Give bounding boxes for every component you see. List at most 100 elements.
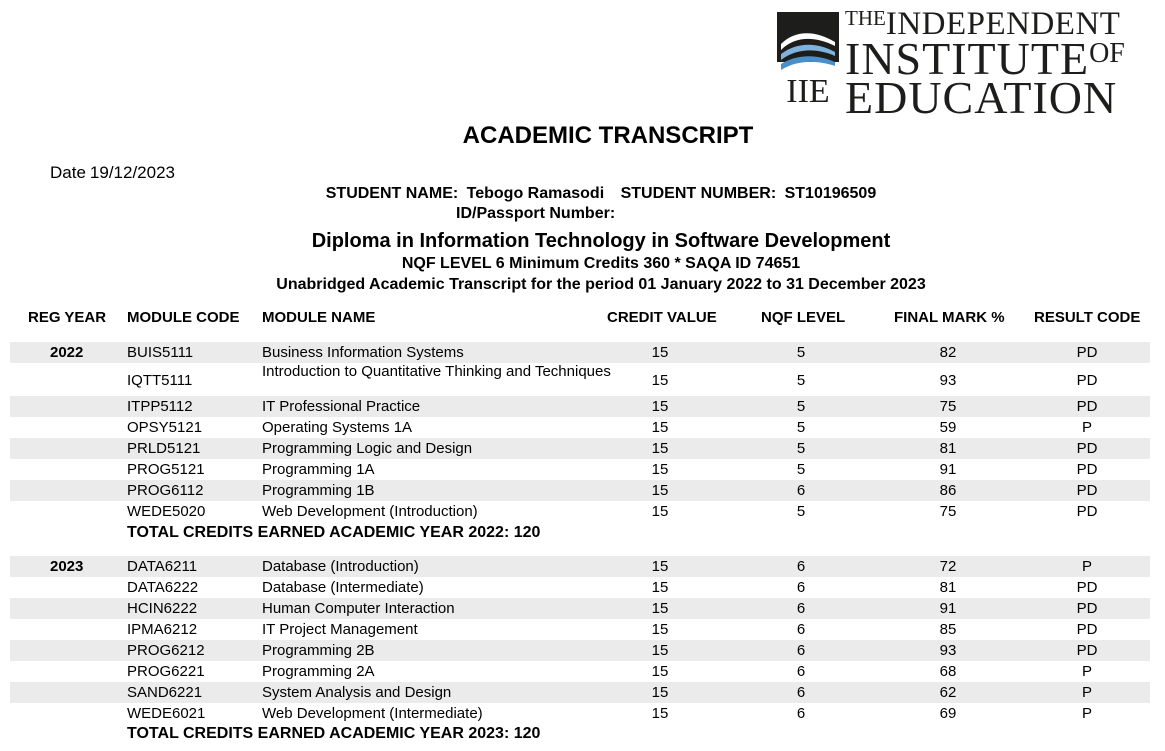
module-name: Programming 1B bbox=[262, 482, 375, 499]
table-row: IQTT5111 Introduction to Quantitative Thi… bbox=[10, 363, 1150, 393]
table-row: PROG5121 Programming 1A 15 5 91 PD bbox=[10, 459, 1150, 480]
module-name: Programming 1A bbox=[262, 461, 375, 478]
final-mark: 81 bbox=[939, 440, 957, 457]
table-row: IPMA6212 IT Project Management 15 6 85 PD bbox=[10, 619, 1150, 640]
nqf-level: 5 bbox=[796, 419, 806, 436]
final-mark: 75 bbox=[939, 503, 957, 520]
module-name: Web Development (Intermediate) bbox=[262, 705, 483, 722]
module-name: Web Development (Introduction) bbox=[262, 503, 478, 520]
result-code: PD bbox=[1076, 642, 1098, 659]
final-mark: 86 bbox=[939, 482, 957, 499]
credit-value: 15 bbox=[651, 642, 669, 659]
nqf-level: 5 bbox=[796, 440, 806, 457]
credit-value: 15 bbox=[651, 621, 669, 638]
module-code: SAND6221 bbox=[127, 684, 203, 701]
result-code: PD bbox=[1076, 503, 1098, 520]
iie-logo-mark-icon: IIE bbox=[777, 12, 839, 106]
result-code: P bbox=[1081, 419, 1092, 436]
date-label: Date bbox=[50, 163, 86, 182]
nqf-level: 6 bbox=[796, 663, 806, 680]
final-mark: 93 bbox=[939, 372, 957, 389]
result-code: P bbox=[1081, 663, 1092, 680]
logo-the: THE bbox=[845, 6, 886, 30]
credit-value: 15 bbox=[651, 372, 669, 389]
module-code: IQTT5111 bbox=[127, 372, 193, 389]
header-module-name: MODULE NAME bbox=[262, 309, 376, 326]
final-mark: 68 bbox=[939, 663, 957, 680]
nqf-level: 5 bbox=[796, 398, 806, 415]
transcript-period: Unabridged Academic Transcript for the p… bbox=[276, 276, 926, 293]
header-final-mark: FINAL MARK % bbox=[894, 309, 1005, 326]
credit-value: 15 bbox=[651, 503, 669, 520]
module-code: WEDE5020 bbox=[127, 503, 206, 520]
result-code: PD bbox=[1076, 621, 1098, 638]
credit-value: 15 bbox=[651, 579, 669, 596]
result-code: PD bbox=[1076, 372, 1098, 389]
result-code: P bbox=[1081, 705, 1092, 722]
credit-value: 15 bbox=[651, 684, 669, 701]
credit-value: 15 bbox=[651, 482, 669, 499]
module-name: Programming Logic and Design bbox=[262, 440, 473, 457]
nqf-level: 6 bbox=[796, 705, 806, 722]
credit-value: 15 bbox=[651, 705, 669, 722]
nqf-level: 6 bbox=[796, 600, 806, 617]
module-code: BUIS5111 bbox=[127, 344, 194, 361]
table-row: PRLD5121 Programming Logic and Design 15 5 8… bbox=[10, 438, 1150, 459]
result-code: PD bbox=[1076, 344, 1098, 361]
module-code: PRLD5121 bbox=[127, 440, 201, 457]
nqf-level: 5 bbox=[796, 344, 806, 361]
final-mark: 82 bbox=[939, 344, 957, 361]
nqf-level: 6 bbox=[796, 642, 806, 659]
credit-value: 15 bbox=[651, 398, 669, 415]
year-total-credits: TOTAL CREDITS EARNED ACADEMIC YEAR 2023:… bbox=[127, 725, 541, 742]
header-reg-year: REG YEAR bbox=[28, 309, 107, 326]
final-mark: 91 bbox=[939, 600, 957, 617]
module-code: ITPP5112 bbox=[127, 398, 193, 415]
header-nqf-level: NQF LEVEL bbox=[761, 309, 846, 326]
date-value: 19/12/2023 bbox=[89, 163, 176, 182]
table-row: PROG6112 Programming 1B 15 6 86 PD bbox=[10, 480, 1150, 501]
module-name: System Analysis and Design bbox=[262, 684, 452, 701]
credit-value: 15 bbox=[651, 600, 669, 617]
credit-value: 15 bbox=[651, 663, 669, 680]
program-name: Diploma in Information Technology in Sof… bbox=[311, 230, 891, 252]
table-row: OPSY5121 Operating Systems 1A 15 5 59 P bbox=[10, 417, 1150, 438]
nqf-level: 5 bbox=[796, 372, 806, 389]
module-code: OPSY5121 bbox=[127, 419, 203, 436]
final-mark: 62 bbox=[939, 684, 957, 701]
final-mark: 75 bbox=[939, 398, 957, 415]
module-code: DATA6222 bbox=[127, 579, 199, 596]
program-nqf-line: NQF LEVEL 6 Minimum Credits 360 * SAQA I… bbox=[401, 255, 801, 272]
student-number-label: STUDENT NUMBER: bbox=[620, 185, 777, 202]
reg-year: 2022 bbox=[50, 344, 84, 361]
module-code: WEDE6021 bbox=[127, 705, 206, 722]
logo-wordmark: THEINDEPENDENT INSTITUTEOF EDUCATION bbox=[845, 8, 1125, 121]
table-row: SAND6221 System Analysis and Design 15 6 62 P bbox=[10, 682, 1150, 703]
result-code: P bbox=[1081, 684, 1092, 701]
result-code: PD bbox=[1076, 461, 1098, 478]
final-mark: 81 bbox=[939, 579, 957, 596]
student-info-line: STUDENT NAME: Tebogo Ramasodi STUDENT NU… bbox=[0, 185, 1165, 203]
nqf-level: 5 bbox=[796, 461, 806, 478]
table-row: HCIN6222 Human Computer Interaction 15 6 91 P… bbox=[10, 598, 1150, 619]
student-name: Tebogo Ramasodi bbox=[466, 185, 605, 202]
credit-value: 15 bbox=[651, 344, 669, 361]
module-name: Programming 2B bbox=[262, 642, 375, 659]
header-credit-value: CREDIT VALUE bbox=[607, 309, 717, 326]
header-result-code: RESULT CODE bbox=[1034, 309, 1141, 326]
table-row: PROG6221 Programming 2A 15 6 68 P bbox=[10, 661, 1150, 682]
final-mark: 69 bbox=[939, 705, 957, 722]
module-code: PROG6221 bbox=[127, 663, 205, 680]
module-code: DATA6211 bbox=[127, 558, 198, 575]
credit-value: 15 bbox=[651, 440, 669, 457]
nqf-level: 6 bbox=[796, 621, 806, 638]
page-title: ACADEMIC TRANSCRIPT bbox=[462, 122, 754, 149]
nqf-level: 5 bbox=[796, 503, 806, 520]
nqf-level: 6 bbox=[796, 558, 806, 575]
transcript-date: Date 19/12/2023 bbox=[50, 163, 179, 183]
module-name: IT Project Management bbox=[262, 621, 418, 638]
table-row: WEDE6021 Web Development (Intermediate) 15… bbox=[10, 703, 1150, 724]
header-module-code: MODULE CODE bbox=[127, 309, 240, 326]
module-name: Database (Intermediate) bbox=[262, 579, 424, 596]
student-number: ST10196509 bbox=[784, 185, 877, 202]
